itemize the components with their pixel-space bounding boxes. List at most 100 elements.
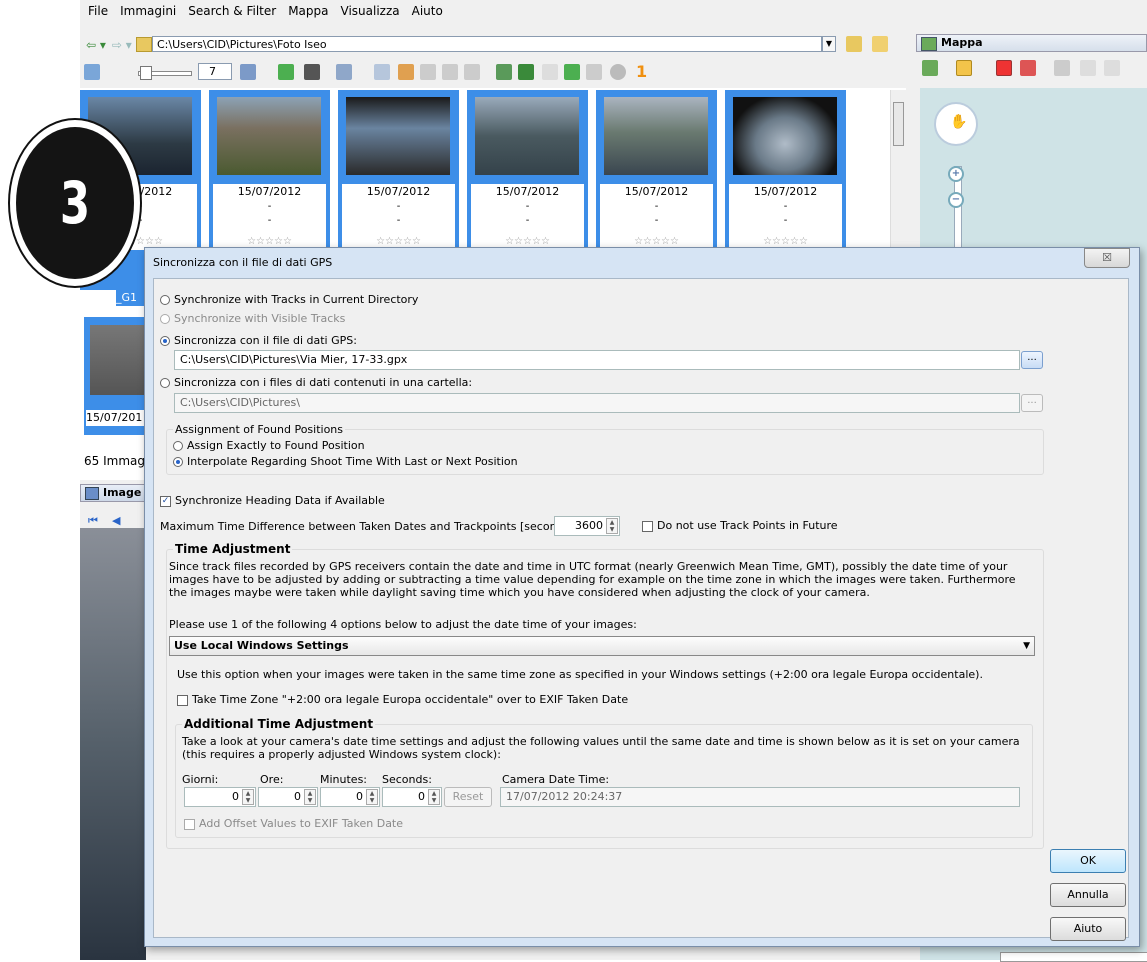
folder-path-input[interactable]: C:\Users\CID\Pictures\ [174, 393, 1020, 413]
take-timezone-checkbox[interactable] [177, 694, 188, 706]
cancel-button[interactable]: Annulla [1050, 883, 1126, 907]
pin-add-icon[interactable] [1020, 60, 1036, 76]
option-interpolate[interactable]: Interpolate Regarding Shoot Time With La… [173, 455, 518, 468]
spin-arrows-icon[interactable]: ▲ ▼ [428, 789, 440, 805]
thumbnail-card[interactable]: 15/07/201 [84, 317, 146, 435]
thumbnail-photo [733, 97, 837, 175]
forward-arrow-icon[interactable]: ⇨ ▾ [112, 38, 132, 52]
thumbnail-rating[interactable]: ☆☆☆☆☆ [600, 236, 713, 247]
option-gps-file[interactable]: Sincronizza con il file di dati GPS: [160, 334, 357, 347]
path-input[interactable]: C:\Users\CID\Pictures\Foto Iseo [152, 36, 822, 52]
thumbnail-rating[interactable]: ☆☆☆☆☆ [213, 236, 326, 247]
prev-image-icon[interactable]: ◀ [112, 514, 120, 527]
time-option-select[interactable]: Use Local Windows Settings ▼ [169, 636, 1035, 656]
scrollbar-thumb[interactable] [893, 102, 904, 146]
view-mode-icon[interactable] [84, 64, 100, 80]
hand-icon: ✋ [950, 114, 968, 130]
queue-count-badge: 1 [636, 62, 648, 81]
menu-help[interactable]: Aiuto [412, 4, 443, 18]
zoom-slider-thumb[interactable] [140, 66, 152, 80]
gps-sync-dialog: Sincronizza con il file di dati GPS ☒ Sy… [144, 247, 1140, 947]
map-type-icon[interactable] [922, 60, 938, 76]
help-button[interactable]: Aiuto [1050, 917, 1126, 941]
menu-search-filter[interactable]: Search & Filter [188, 4, 276, 18]
map-pan-control[interactable]: ✋ [934, 102, 978, 146]
map-zoom-in-button[interactable]: + [948, 166, 964, 182]
compare-icon[interactable] [374, 64, 390, 80]
back-arrow-icon[interactable]: ⇦ ▾ [86, 38, 106, 52]
option-hint: Use this option when your images were ta… [177, 668, 983, 681]
dialog-title: Sincronizza con il file di dati GPS [153, 256, 333, 269]
menu-map[interactable]: Mappa [288, 4, 328, 18]
no-future-checkbox[interactable] [642, 520, 653, 532]
edit-icon[interactable] [398, 64, 414, 80]
path-dropdown[interactable]: ▼ [822, 36, 836, 52]
hours-value: 0 [294, 790, 301, 803]
sort-icon[interactable] [240, 64, 256, 80]
spin-arrows-icon[interactable]: ▲ ▼ [366, 789, 378, 805]
radio-folder[interactable] [160, 378, 170, 388]
pin-yellow-icon[interactable] [956, 60, 972, 76]
sync-heading-checkbox[interactable]: ✓ [160, 495, 171, 507]
person-icon[interactable] [518, 64, 534, 80]
settings-icon[interactable] [1104, 60, 1120, 76]
option-assign-exact[interactable]: Assign Exactly to Found Position [173, 439, 365, 452]
thumbnail-rating[interactable]: ☆☆☆☆☆ [729, 236, 842, 247]
zoom-spinner[interactable]: 7 [198, 63, 232, 80]
radio-assign-exact[interactable] [173, 441, 183, 451]
spin-arrows-icon[interactable]: ▲ ▼ [304, 789, 316, 805]
max-time-input[interactable]: 3600 ▲ ▼ [554, 516, 620, 536]
pin-red-icon[interactable] [996, 60, 1012, 76]
thumbnail-date: 15/07/2012 15:46:01 [729, 184, 842, 214]
tools-icon[interactable] [1080, 60, 1096, 76]
menu-file[interactable]: File [88, 4, 108, 18]
days-input[interactable]: 0 ▲ ▼ [184, 787, 256, 807]
redo-icon[interactable] [564, 64, 580, 80]
folder-favorite-icon[interactable] [846, 36, 862, 52]
undo-icon[interactable] [542, 64, 558, 80]
hours-input[interactable]: 0 ▲ ▼ [258, 787, 318, 807]
take-timezone-option[interactable]: Take Time Zone "+2:00 ora legale Europa … [177, 693, 628, 706]
selected-filename[interactable]: _G1 [116, 290, 144, 306]
map-address-field[interactable] [1000, 952, 1147, 962]
duplicate-icon[interactable] [464, 64, 480, 80]
menu-images[interactable]: Immagini [120, 4, 176, 18]
folder-up-icon[interactable] [136, 37, 152, 52]
radio-interpolate[interactable] [173, 457, 183, 467]
reset-button[interactable]: Reset [444, 787, 492, 807]
label-tracks-current: Synchronize with Tracks in Current Direc… [174, 293, 419, 306]
paste-icon[interactable] [442, 64, 458, 80]
thumbnail-rating[interactable]: ☆☆☆☆☆ [471, 236, 584, 247]
copy-icon[interactable] [420, 64, 436, 80]
sync-heading-option[interactable]: ✓ Synchronize Heading Data if Available [160, 494, 385, 507]
save-icon[interactable] [586, 64, 602, 80]
ok-button[interactable]: OK [1050, 849, 1126, 873]
refresh-icon[interactable] [278, 64, 294, 80]
option-tracks-current[interactable]: Synchronize with Tracks in Current Direc… [160, 293, 418, 306]
gps-file-path-input[interactable]: C:\Users\CID\Pictures\Via Mier, 17-33.gp… [174, 350, 1020, 370]
folder-browse-button[interactable]: ... [1021, 394, 1043, 412]
binoculars-icon[interactable] [304, 64, 320, 80]
seconds-input[interactable]: 0 ▲ ▼ [382, 787, 442, 807]
map-zoom-out-button[interactable]: − [948, 192, 964, 208]
menu-view[interactable]: Visualizza [341, 4, 400, 18]
stop-icon[interactable] [610, 64, 626, 80]
spin-arrows-icon[interactable]: ▲ ▼ [242, 789, 254, 805]
pin-remove-icon[interactable] [1054, 60, 1070, 76]
first-image-icon[interactable]: ⏮ [88, 514, 98, 528]
close-button[interactable]: ☒ [1084, 248, 1130, 268]
minutes-input[interactable]: 0 ▲ ▼ [320, 787, 380, 807]
folder-menu-icon[interactable] [872, 36, 888, 52]
no-future-option[interactable]: Do not use Track Points in Future [642, 519, 838, 532]
thumbnail-photo [346, 97, 450, 175]
preview-panel-header[interactable]: Image [80, 484, 146, 502]
map-icon[interactable] [496, 64, 512, 80]
radio-tracks-current[interactable] [160, 295, 170, 305]
option-folder[interactable]: Sincronizza con i files di dati contenut… [160, 376, 472, 389]
thumbnail-scrollbar[interactable] [890, 90, 907, 250]
gps-file-browse-button[interactable]: ... [1021, 351, 1043, 369]
thumbnail-rating[interactable]: ☆☆☆☆☆ [342, 236, 455, 247]
spin-arrows-icon[interactable]: ▲ ▼ [606, 518, 618, 534]
radio-gps-file[interactable] [160, 336, 170, 346]
filter-icon[interactable] [336, 64, 352, 80]
